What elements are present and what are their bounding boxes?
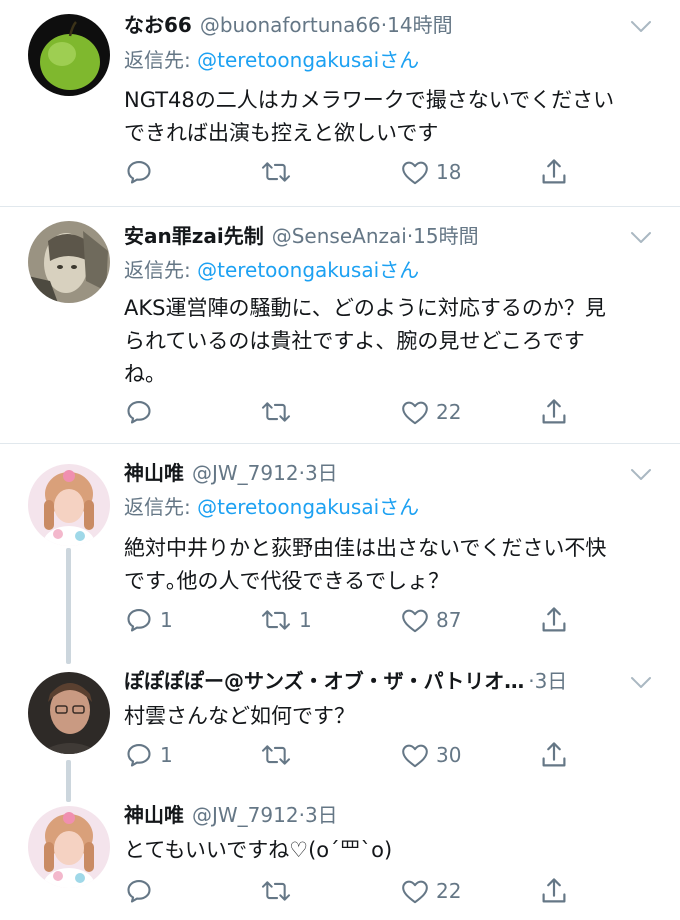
action-bar: 1 30	[124, 740, 574, 770]
like-count: 22	[436, 400, 462, 424]
retweet-button[interactable]	[259, 876, 299, 906]
like-button[interactable]: 87	[400, 605, 461, 635]
like-icon	[400, 607, 430, 634]
share-button[interactable]	[540, 740, 568, 770]
reply-to-link[interactable]: @teretoongakusaiさん	[197, 495, 419, 519]
like-icon	[400, 878, 430, 905]
author-name[interactable]: 安an罪zai先制	[124, 224, 264, 248]
like-count: 30	[436, 743, 462, 767]
reply-context: 返信先: @teretoongakusaiさん	[124, 45, 419, 75]
reply-icon	[124, 606, 154, 634]
retweet-button[interactable]	[259, 157, 299, 187]
avatar[interactable]	[28, 221, 110, 303]
tweet[interactable]: 安an罪zai先制 @SenseAnzai·15時間 返信先: @teretoon…	[0, 207, 680, 443]
timestamp[interactable]: 3日	[535, 669, 568, 693]
chevron-down-icon[interactable]	[630, 468, 652, 482]
reply-prefix: 返信先:	[124, 48, 198, 72]
timestamp[interactable]: 15時間	[413, 224, 478, 248]
share-button[interactable]	[540, 397, 568, 427]
action-bar: 18	[124, 157, 574, 187]
tweet-text: NGT48の二人はカメラワークで撮さないでください できれば出演も控えと欲しいで…	[124, 88, 615, 145]
like-icon	[400, 742, 430, 769]
avatar[interactable]	[28, 14, 110, 96]
share-button[interactable]	[540, 876, 568, 906]
like-button[interactable]: 30	[400, 740, 461, 770]
author-handle[interactable]: @buonafortuna66	[200, 13, 381, 37]
share-icon	[540, 605, 568, 635]
action-bar: 22	[124, 397, 574, 427]
reply-to-link[interactable]: @teretoongakusaiさん	[197, 258, 419, 282]
retweet-icon	[259, 607, 293, 633]
tweet[interactable]: ぽぽぽぽー@サンズ・オブ・ザ・パトリオ… ·3日 村雲さんなど如何です？ 1 30	[0, 662, 680, 792]
chevron-down-icon[interactable]	[630, 676, 652, 690]
tweet-text: とてもいいですね♡(o´罒`o)	[124, 838, 393, 862]
action-bar: 22	[124, 876, 574, 906]
retweet-button[interactable]	[259, 397, 299, 427]
like-button[interactable]: 18	[400, 157, 461, 187]
like-button[interactable]: 22	[400, 397, 461, 427]
avatar[interactable]	[28, 806, 110, 888]
reply-button[interactable]: 1	[124, 605, 173, 635]
tweet[interactable]: なお66 @buonafortuna66·14時間 返信先: @teretoong…	[0, 0, 680, 206]
reply-count: 1	[160, 743, 173, 767]
reply-icon	[124, 877, 154, 905]
reply-to-link[interactable]: @teretoongakusaiさん	[197, 48, 419, 72]
reply-prefix: 返信先:	[124, 258, 198, 282]
like-icon	[400, 399, 430, 426]
action-bar: 1 1 87	[124, 605, 574, 635]
reply-count: 1	[160, 608, 173, 632]
reply-icon	[124, 741, 154, 769]
timestamp[interactable]: 3日	[305, 461, 338, 485]
chevron-down-icon[interactable]	[630, 20, 652, 34]
author-handle[interactable]: @JW_7912	[192, 461, 299, 485]
reply-button[interactable]	[124, 876, 160, 906]
retweet-button[interactable]: 1	[259, 605, 312, 635]
timestamp[interactable]: 3日	[305, 803, 338, 827]
timestamp[interactable]: 14時間	[387, 13, 452, 37]
share-icon	[540, 876, 568, 906]
share-button[interactable]	[540, 157, 568, 187]
retweet-count: 1	[299, 608, 312, 632]
share-icon	[540, 397, 568, 427]
author-name[interactable]: 神山唯	[124, 803, 184, 827]
retweet-icon	[259, 878, 293, 904]
reply-context: 返信先: @teretoongakusaiさん	[124, 255, 419, 285]
tweet-text: 絶対中井りかと荻野由佳は出さないでください不快 です｡他の人で代役できるでしょ？	[124, 536, 607, 593]
avatar[interactable]	[28, 672, 110, 754]
retweet-icon	[259, 399, 293, 425]
reply-prefix: 返信先:	[124, 495, 198, 519]
share-icon	[540, 157, 568, 187]
reply-button[interactable]	[124, 157, 160, 187]
like-count: 22	[436, 879, 462, 903]
like-button[interactable]: 22	[400, 876, 461, 906]
retweet-icon	[259, 742, 293, 768]
avatar[interactable]	[28, 464, 110, 546]
author-name[interactable]: 神山唯	[124, 461, 184, 485]
chevron-down-icon[interactable]	[630, 231, 652, 245]
author-name[interactable]: なお66	[124, 13, 192, 37]
reply-icon	[124, 158, 154, 186]
retweet-icon	[259, 159, 293, 185]
tweet-text: 村雲さんなど如何です？	[124, 704, 355, 728]
author-name[interactable]: ぽぽぽぽー@サンズ・オブ・ザ・パトリオ…	[124, 669, 524, 693]
author-handle[interactable]: @SenseAnzai	[272, 224, 407, 248]
share-icon	[540, 740, 568, 770]
reply-button[interactable]: 1	[124, 740, 173, 770]
like-count: 87	[436, 608, 462, 632]
tweet[interactable]: 神山唯 @JW_7912·3日 とてもいいですね♡(o´罒`o) 22	[0, 796, 680, 920]
author-handle[interactable]: @JW_7912	[192, 803, 299, 827]
tweet[interactable]: 神山唯 @JW_7912·3日 返信先: @teretoongakusaiさん 絶…	[0, 444, 680, 662]
share-button[interactable]	[540, 605, 568, 635]
reply-button[interactable]	[124, 397, 160, 427]
tweet-text: AKS運営陣の騒動に、どのように対応するのか？見 られているのは貴社ですよ、腕の…	[124, 296, 606, 386]
retweet-button[interactable]	[259, 740, 299, 770]
like-icon	[400, 159, 430, 186]
reply-context: 返信先: @teretoongakusaiさん	[124, 492, 419, 522]
reply-icon	[124, 398, 154, 426]
like-count: 18	[436, 160, 462, 184]
